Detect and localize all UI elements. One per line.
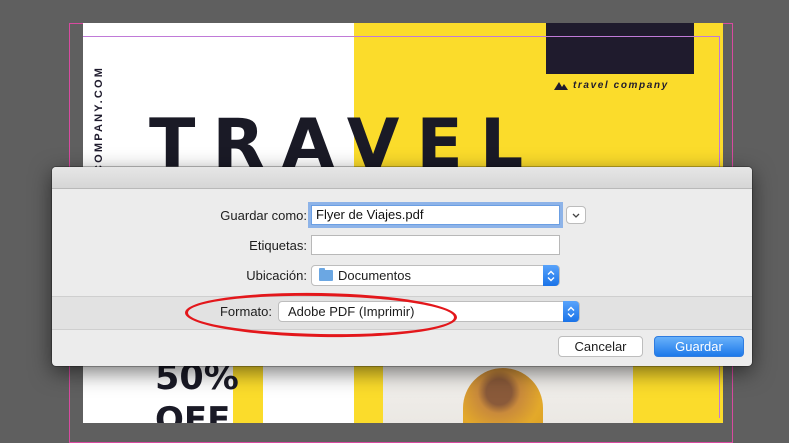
tags-field[interactable] xyxy=(311,235,560,255)
format-value: Adobe PDF (Imprimir) xyxy=(288,304,415,319)
folder-icon xyxy=(319,268,333,281)
flyer-logo-text: travel company xyxy=(573,79,669,91)
mountain-icon xyxy=(554,81,568,90)
flyer-discount-off: OFF xyxy=(155,400,231,423)
flyer-vertical-text: COMPANY.COM xyxy=(93,65,105,173)
location-label: Ubicación: xyxy=(246,268,307,283)
format-popup[interactable]: Adobe PDF (Imprimir) xyxy=(278,301,580,322)
chevron-down-icon xyxy=(572,213,580,218)
flyer-logo: travel company xyxy=(554,78,669,92)
format-label: Formato: xyxy=(219,304,272,319)
margin-guide-top xyxy=(83,36,720,37)
location-value: Documentos xyxy=(338,268,411,283)
expand-dialog-button[interactable] xyxy=(566,206,586,224)
popup-arrows-icon xyxy=(563,301,579,322)
cancel-button[interactable]: Cancelar xyxy=(558,336,643,357)
flyer-photo xyxy=(383,358,633,423)
save-as-label: Guardar como: xyxy=(220,208,307,223)
flyer-logo-block xyxy=(546,23,694,74)
location-popup[interactable]: Documentos xyxy=(311,265,560,286)
popup-arrows-icon xyxy=(543,265,559,286)
save-button[interactable]: Guardar xyxy=(654,336,744,357)
flyer-photo-person xyxy=(463,368,543,423)
dialog-titlebar xyxy=(52,167,752,189)
save-dialog: Guardar como: Flyer de Viajes.pdf Etique… xyxy=(52,167,752,366)
flyer-discount: 50% xyxy=(155,358,239,398)
save-as-field[interactable]: Flyer de Viajes.pdf xyxy=(311,205,560,225)
tags-label: Etiquetas: xyxy=(249,238,307,253)
